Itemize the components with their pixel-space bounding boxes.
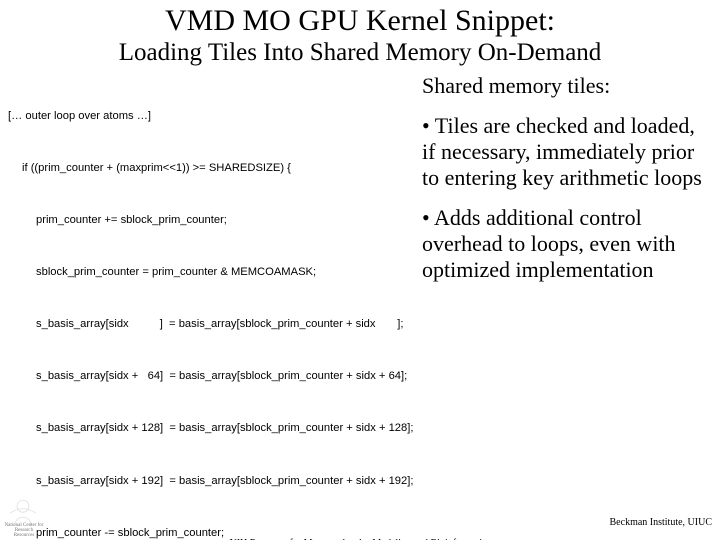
right-bullet-2: • Adds additional control overhead to lo… (422, 205, 712, 283)
footer-right: Beckman Institute, UIUC (610, 517, 712, 528)
text-column: Shared memory tiles: • Tiles are checked… (414, 73, 712, 540)
slide-body: [… outer loop over atoms …] if ((prim_co… (0, 73, 720, 540)
code-line: s_basis_array[sidx ] = basis_array[sbloc… (8, 316, 414, 333)
code-line: s_basis_array[sidx + 128] = basis_array[… (8, 420, 414, 437)
code-line: s_basis_array[sidx + 64] = basis_array[s… (8, 368, 414, 385)
code-column: [… outer loop over atoms …] if ((prim_co… (8, 73, 414, 540)
right-bullet-1: • Tiles are checked and loaded, if neces… (422, 113, 712, 191)
slide-subtitle: Loading Tiles Into Shared Memory On-Dema… (0, 39, 720, 68)
code-line: if ((prim_counter + (maxprim<<1)) >= SHA… (8, 160, 414, 177)
code-line: prim_counter += sblock_prim_counter; (8, 212, 414, 229)
slide-title: VMD MO GPU Kernel Snippet: (0, 4, 720, 39)
code-line: s_basis_array[sidx + 192] = basis_array[… (8, 473, 414, 490)
code-line: sblock_prim_counter = prim_counter & MEM… (8, 264, 414, 281)
code-line: [… outer loop over atoms …] (8, 108, 414, 125)
logo-label: National Center for Research Resources (4, 523, 44, 538)
right-heading: Shared memory tiles: (422, 73, 712, 99)
